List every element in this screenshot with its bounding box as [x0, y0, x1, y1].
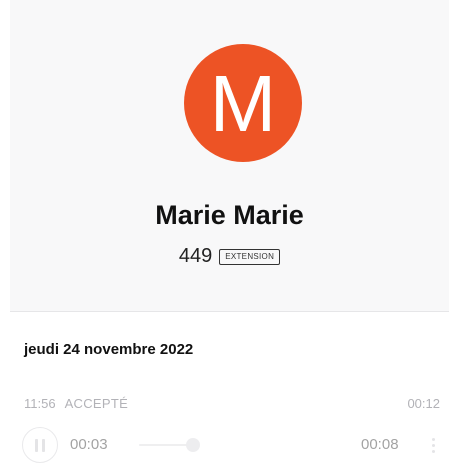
contact-header: M Marie Marie 449 EXTENSION: [10, 0, 449, 312]
more-vertical-icon: [431, 437, 435, 441]
call-status: ACCEPTÉ: [64, 396, 129, 411]
call-duration: 00:12: [407, 396, 440, 411]
avatar-initial: M: [209, 59, 277, 148]
playback-progress-thumb[interactable]: [186, 438, 200, 452]
call-time: 11:56: [24, 396, 56, 411]
contact-number-row: 449 EXTENSION: [10, 245, 449, 268]
playback-total-time: 00:08: [361, 436, 399, 453]
recording-player: 00:03 00:08: [22, 425, 442, 465]
call-record-meta: 11:56 ACCEPTÉ 00:12: [24, 396, 442, 411]
contact-name: Marie Marie: [155, 200, 304, 230]
number-type-badge: EXTENSION: [219, 248, 281, 265]
contact-number[interactable]: 449: [179, 245, 212, 268]
contact-detail-screen: M Marie Marie 449 EXTENSION jeudi 24 nov…: [0, 0, 449, 476]
playback-current-time: 00:03: [70, 436, 108, 453]
avatar: M: [184, 44, 302, 162]
more-options-button[interactable]: [426, 433, 440, 457]
pause-button[interactable]: [22, 427, 58, 463]
pause-icon: [33, 438, 47, 452]
history-date-heading: jeudi 24 novembre 2022: [24, 341, 194, 358]
